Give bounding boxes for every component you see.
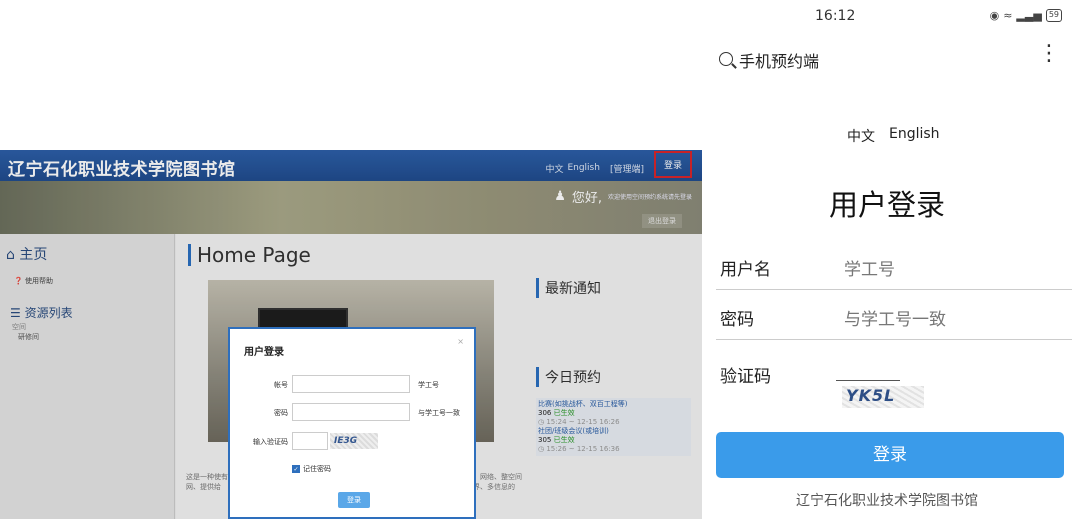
modal-title: 用户登录 (244, 347, 284, 358)
close-icon[interactable]: × (457, 337, 464, 346)
battery-icon: 59 (1045, 9, 1062, 22)
remember-checkbox[interactable]: ✓ 记住密码 (292, 464, 331, 474)
captcha-image[interactable]: YK5L (842, 386, 924, 408)
modal-login-button[interactable]: 登录 (338, 492, 370, 508)
login-modal: 用户登录 × 帐号 学工号 密码 与学工号一致 输入验证码 IE3G ✓ 记住密… (228, 327, 476, 519)
lang-en-link[interactable]: English (889, 126, 940, 146)
captcha-image[interactable]: IE3G (330, 433, 378, 449)
more-menu-icon[interactable]: ⋮ (1038, 43, 1060, 65)
password-row: 密码 与学工号一致 (230, 403, 478, 421)
account-label: 帐号 (274, 381, 288, 389)
captcha-row: 输入验证码 IE3G (230, 432, 478, 450)
password-input[interactable]: 与学工号一致 (844, 305, 946, 330)
username-input[interactable]: 学工号 (844, 255, 895, 280)
login-heading: 用户登录 (828, 188, 945, 222)
captcha-label: 输入验证码 (253, 438, 288, 446)
password-field[interactable]: 密码 与学工号一致 (716, 292, 1072, 340)
captcha-text: YK5L (846, 386, 896, 405)
username-field[interactable]: 用户名 学工号 (716, 242, 1072, 290)
status-icons: ◉ ≈ ▂▃▅ 59 (990, 9, 1062, 22)
wifi-icon: ≈ (1003, 9, 1013, 22)
desktop-screenshot: 辽宁石化职业技术学院图书馆 中文 English [管理端] 登录 ♟ 您好, … (0, 150, 702, 519)
account-hint: 学工号 (418, 381, 439, 389)
checkbox-icon: ✓ (292, 465, 300, 473)
phone-screenshot: 16:12 ◉ ≈ ▂▃▅ 59 手机预约端 ⋮ 中文 English 用户登录… (702, 0, 1072, 519)
captcha-input[interactable] (292, 432, 328, 450)
lang-zh-link[interactable]: 中文 (847, 126, 875, 146)
app-title: 手机预约端 (739, 52, 820, 71)
account-row: 帐号 学工号 (230, 375, 478, 393)
search-icon[interactable] (719, 52, 733, 66)
account-input[interactable] (292, 375, 410, 393)
password-label: 密码 (720, 310, 754, 330)
password-label: 密码 (274, 409, 288, 417)
status-time: 16:12 (815, 8, 856, 24)
username-label: 用户名 (720, 260, 771, 280)
password-hint: 与学工号一致 (418, 409, 460, 417)
login-button[interactable]: 登录 (716, 432, 1064, 478)
password-input[interactable] (292, 403, 410, 421)
signal-icon: ▂▃▅ (1016, 9, 1042, 22)
footer-text: 辽宁石化职业技术学院图书馆 (796, 493, 978, 509)
captcha-input[interactable] (836, 380, 900, 381)
captcha-label: 验证码 (720, 367, 771, 387)
eye-icon: ◉ (989, 9, 1000, 22)
language-switch: 中文 English (847, 126, 940, 146)
remember-label: 记住密码 (303, 465, 331, 473)
